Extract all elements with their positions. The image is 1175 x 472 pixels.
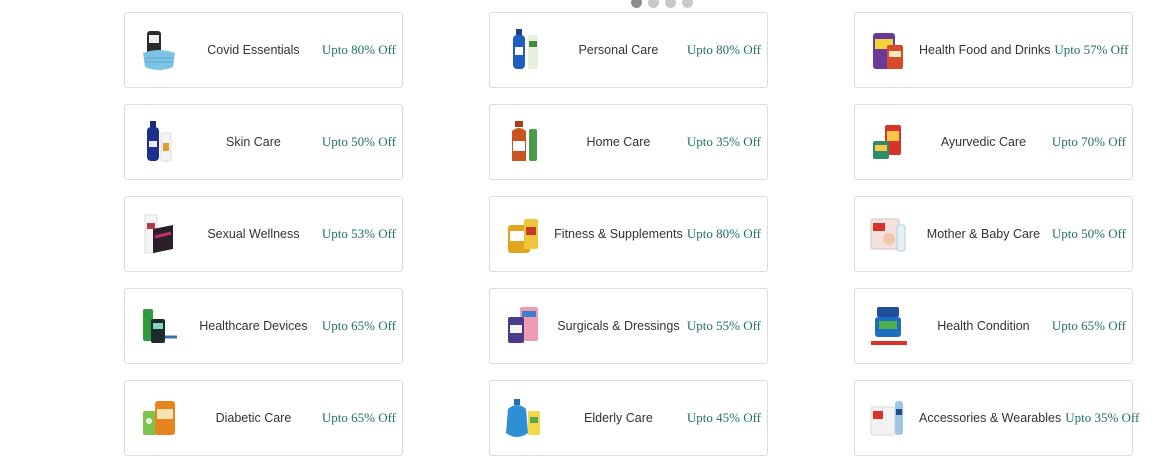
offer-text: Upto 65% Off	[321, 318, 396, 333]
category-grid: Covid Essentials Upto 80% Off Personal C…	[124, 12, 1139, 456]
offer-text: Upto 70% Off	[1051, 134, 1126, 149]
category-card[interactable]: Diabetic Care Upto 65% Off	[124, 380, 403, 456]
carousel-dot[interactable]	[682, 0, 693, 8]
offer-text: Upto 45% Off	[686, 410, 761, 425]
carousel-dot[interactable]	[648, 0, 659, 8]
category-card[interactable]: Sexual Wellness Upto 53% Off	[124, 196, 403, 272]
category-name: Personal Care	[578, 43, 659, 57]
category-name: Health Food and Drinks	[919, 43, 1051, 57]
offer-text: Upto 53% Off	[321, 226, 396, 241]
category-name: Healthcare Devices	[199, 319, 308, 333]
hot-water-bag-icon	[498, 390, 550, 446]
category-name: Fitness & Supplements	[554, 227, 683, 241]
category-card[interactable]: Elderly Care Upto 45% Off	[489, 380, 768, 456]
health-drink-jar-icon	[863, 22, 915, 78]
category-name: Home Care	[586, 135, 651, 149]
offer-text: Upto 57% Off	[1054, 42, 1129, 57]
wellness-box-icon	[133, 206, 185, 262]
offer-text: Upto 55% Off	[686, 318, 761, 333]
carousel-dots	[631, 0, 693, 8]
category-name: Skin Care	[225, 135, 281, 149]
category-name: Elderly Care	[584, 411, 653, 425]
accessories-box-icon	[863, 390, 915, 446]
category-card[interactable]: Skin Care Upto 50% Off	[124, 104, 403, 180]
ayurvedic-jars-icon	[863, 114, 915, 170]
category-name: Surgicals & Dressings	[557, 319, 680, 333]
category-name: Accessories & Wearables	[919, 411, 1062, 425]
category-name: Mother & Baby Care	[926, 227, 1041, 241]
skin-lotion-icon	[133, 114, 185, 170]
dressing-pack-icon	[498, 298, 550, 354]
category-name: Diabetic Care	[215, 411, 292, 425]
category-card[interactable]: Fitness & Supplements Upto 80% Off	[489, 196, 768, 272]
category-card[interactable]: Health Condition Upto 65% Off	[854, 288, 1133, 364]
mask-sanitizer-icon	[133, 22, 185, 78]
carousel-dot[interactable]	[665, 0, 676, 8]
category-name: Sexual Wellness	[207, 227, 300, 241]
category-card[interactable]: Accessories & Wearables Upto 35% Off	[854, 380, 1139, 456]
category-name: Covid Essentials	[207, 43, 300, 57]
offer-text: Upto 50% Off	[321, 134, 396, 149]
category-card[interactable]: Health Food and Drinks Upto 57% Off	[854, 12, 1133, 88]
supplement-tub-icon	[498, 206, 550, 262]
offer-text: Upto 65% Off	[1051, 318, 1126, 333]
offer-text: Upto 80% Off	[321, 42, 396, 57]
baby-diaper-pack-icon	[863, 206, 915, 262]
category-name: Health Condition	[937, 319, 1030, 333]
category-card[interactable]: Ayurvedic Care Upto 70% Off	[854, 104, 1133, 180]
category-card[interactable]: Healthcare Devices Upto 65% Off	[124, 288, 403, 364]
category-card[interactable]: Personal Care Upto 80% Off	[489, 12, 768, 88]
medical-device-icon	[133, 298, 185, 354]
category-card[interactable]: Home Care Upto 35% Off	[489, 104, 768, 180]
offer-text: Upto 35% Off	[686, 134, 761, 149]
category-name: Ayurvedic Care	[940, 135, 1027, 149]
diabetic-products-icon	[133, 390, 185, 446]
category-card[interactable]: Surgicals & Dressings Upto 55% Off	[489, 288, 768, 364]
carousel-dot[interactable]	[631, 0, 642, 8]
offer-text: Upto 80% Off	[686, 42, 761, 57]
offer-text: Upto 80% Off	[686, 226, 761, 241]
offer-text: Upto 50% Off	[1051, 226, 1126, 241]
lotion-bottles-icon	[498, 22, 550, 78]
category-card[interactable]: Covid Essentials Upto 80% Off	[124, 12, 403, 88]
disinfectant-bottle-icon	[498, 114, 550, 170]
vaporub-jar-icon	[863, 298, 915, 354]
category-card[interactable]: Mother & Baby Care Upto 50% Off	[854, 196, 1133, 272]
offer-text: Upto 35% Off	[1065, 410, 1140, 425]
offer-text: Upto 65% Off	[321, 410, 396, 425]
